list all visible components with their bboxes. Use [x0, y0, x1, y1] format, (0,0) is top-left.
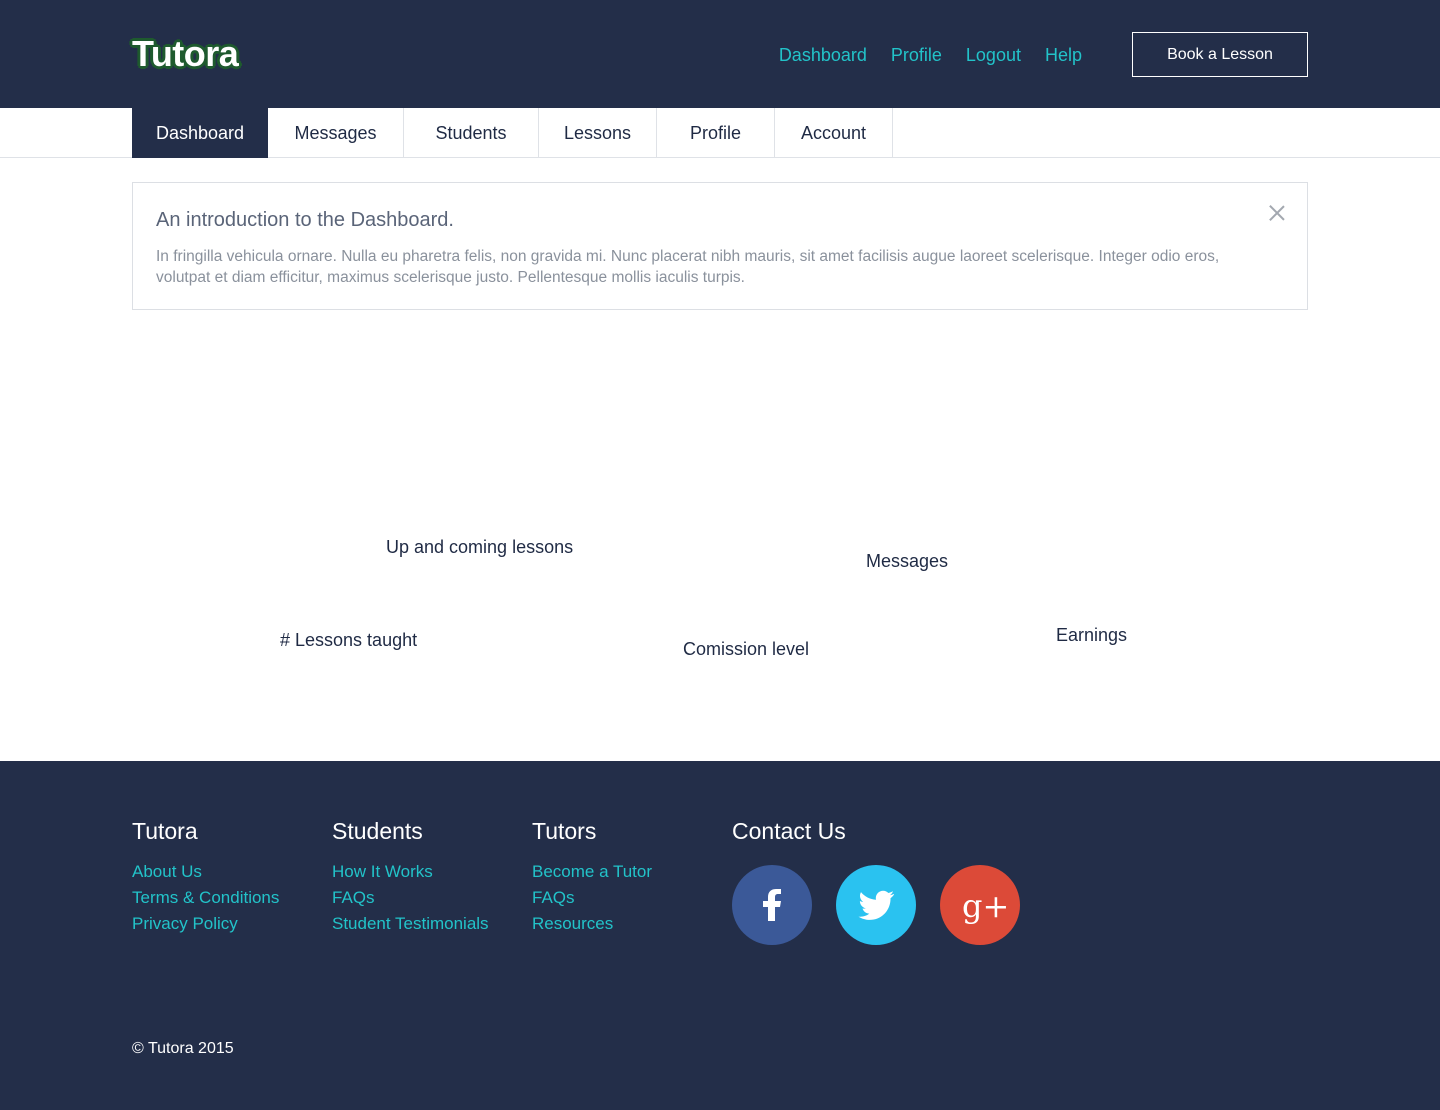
tab-profile[interactable]: Profile — [657, 108, 775, 158]
social-links: g+ — [732, 865, 1020, 945]
messages-widget[interactable]: Messages — [866, 551, 948, 572]
footer-link-terms[interactable]: Terms & Conditions — [132, 885, 279, 911]
footer-heading-contact: Contact Us — [732, 818, 846, 844]
intro-title: An introduction to the Dashboard. — [156, 209, 454, 231]
nav-logout-link[interactable]: Logout — [966, 43, 1021, 67]
top-header: Tutora Dashboard Profile Logout Help Boo… — [0, 0, 1440, 108]
footer-link-resources[interactable]: Resources — [532, 911, 652, 937]
footer-link-privacy[interactable]: Privacy Policy — [132, 911, 279, 937]
footer-link-students-faqs[interactable]: FAQs — [332, 885, 489, 911]
footer-link-testimonials[interactable]: Student Testimonials — [332, 911, 489, 937]
footer-column-contact: Contact Us — [732, 817, 846, 859]
book-lesson-button[interactable]: Book a Lesson — [1132, 32, 1308, 77]
facebook-icon[interactable] — [732, 865, 812, 945]
close-icon[interactable] — [1269, 205, 1285, 221]
copyright-text: © Tutora 2015 — [132, 1040, 234, 1057]
footer-heading-tutors: Tutors — [532, 818, 597, 844]
upcoming-lessons-widget[interactable]: Up and coming lessons — [386, 537, 573, 558]
footer-link-about[interactable]: About Us — [132, 859, 279, 885]
tab-dashboard[interactable]: Dashboard — [132, 108, 268, 158]
footer-link-become-tutor[interactable]: Become a Tutor — [532, 859, 652, 885]
intro-panel: An introduction to the Dashboard. In fri… — [132, 182, 1308, 310]
earnings-widget[interactable]: Earnings — [1056, 625, 1127, 646]
footer-link-how-it-works[interactable]: How It Works — [332, 859, 489, 885]
tab-students[interactable]: Students — [404, 108, 539, 158]
top-nav: Dashboard Profile Logout Help — [779, 43, 1082, 67]
intro-text: In fringilla vehicula ornare. Nulla eu p… — [156, 248, 1220, 286]
tutora-logo[interactable]: Tutora — [132, 34, 239, 74]
footer-column-students: Students How It Works FAQs Student Testi… — [332, 817, 489, 937]
tab-lessons[interactable]: Lessons — [539, 108, 657, 158]
footer-column-tutors: Tutors Become a Tutor FAQs Resources — [532, 817, 652, 937]
footer-heading-students: Students — [332, 818, 423, 844]
nav-dashboard-link[interactable]: Dashboard — [779, 43, 867, 67]
commission-level-widget[interactable]: Comission level — [683, 639, 809, 660]
lessons-taught-widget[interactable]: # Lessons taught — [280, 630, 417, 651]
google-plus-glyph: g+ — [962, 887, 1009, 925]
nav-help-link[interactable]: Help — [1045, 43, 1082, 67]
tab-account[interactable]: Account — [775, 108, 893, 158]
twitter-icon[interactable] — [836, 865, 916, 945]
tab-bar: Dashboard Messages Students Lessons Prof… — [0, 108, 1440, 158]
footer-heading-tutora: Tutora — [132, 818, 198, 844]
google-plus-icon[interactable]: g+ — [940, 865, 1020, 945]
footer-link-tutors-faqs[interactable]: FAQs — [532, 885, 652, 911]
footer-column-tutora: Tutora About Us Terms & Conditions Priva… — [132, 817, 279, 937]
tab-messages[interactable]: Messages — [268, 108, 404, 158]
nav-profile-link[interactable]: Profile — [891, 43, 942, 67]
footer: Tutora About Us Terms & Conditions Priva… — [0, 761, 1440, 1110]
